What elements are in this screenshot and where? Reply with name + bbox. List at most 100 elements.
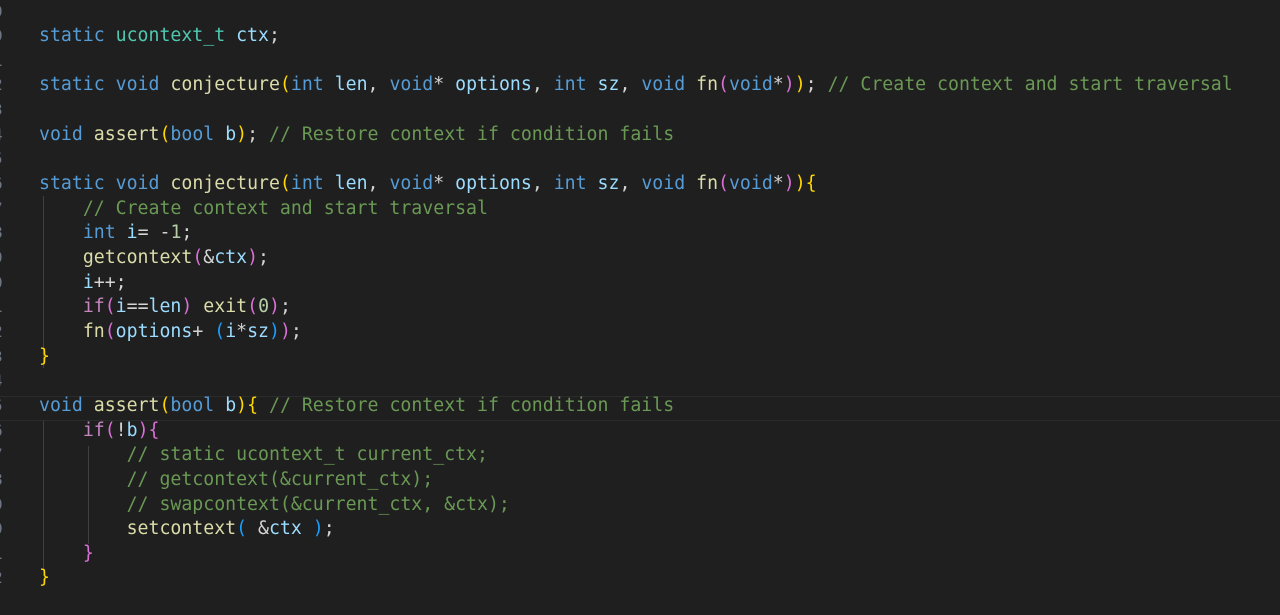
code-token: sz bbox=[597, 74, 620, 96]
code-token: } bbox=[82, 542, 94, 564]
code-token: // Restore context if condition fails bbox=[269, 394, 675, 416]
code-token: ( bbox=[159, 394, 171, 416]
code-line[interactable]: if(!b){ bbox=[39, 419, 160, 444]
code-token: * bbox=[433, 173, 456, 195]
code-token: // swapcontext(&current_ctx, &ctx); bbox=[126, 493, 510, 515]
code-token: + bbox=[192, 320, 215, 342]
line-number: 6 bbox=[0, 172, 13, 197]
code-token: static bbox=[39, 74, 105, 96]
line-number: 8 bbox=[0, 468, 13, 493]
code-token: ucontext_t bbox=[115, 25, 226, 47]
code-token: assert bbox=[93, 394, 160, 416]
code-token: 0 bbox=[258, 296, 270, 318]
code-token: i bbox=[225, 320, 237, 342]
code-line[interactable]: getcontext(&ctx); bbox=[39, 246, 269, 271]
code-token: ) bbox=[137, 419, 149, 441]
code-token: bool bbox=[170, 394, 215, 416]
code-line[interactable]: static void conjecture(int len, void* op… bbox=[39, 73, 1233, 98]
code-token: int bbox=[82, 222, 116, 244]
code-token: ) bbox=[269, 320, 280, 342]
code-token: ; bbox=[279, 296, 291, 318]
code-token: & bbox=[258, 518, 269, 540]
code-line[interactable]: } bbox=[39, 566, 50, 591]
code-token: ) bbox=[279, 320, 291, 342]
code-token: int bbox=[290, 74, 324, 96]
code-token: i bbox=[126, 222, 138, 244]
code-token: ) bbox=[236, 394, 248, 416]
code-token: // getcontext(&current_ctx); bbox=[126, 468, 434, 490]
code-token: ( bbox=[236, 518, 248, 540]
code-token: { bbox=[148, 419, 160, 441]
code-token: b bbox=[126, 419, 138, 441]
code-token: ctx bbox=[236, 25, 269, 47]
code-line[interactable]: } bbox=[39, 345, 50, 370]
code-token: ( bbox=[718, 173, 729, 195]
code-token: void bbox=[641, 173, 686, 195]
code-line[interactable]: int i= -1; bbox=[39, 221, 193, 246]
code-token: , bbox=[619, 74, 642, 96]
code-token: options bbox=[455, 173, 532, 195]
code-token: sz bbox=[247, 320, 269, 342]
code-token: fn bbox=[82, 320, 105, 342]
code-area[interactable]: static ucontext_t ctx; static void conjec… bbox=[39, 0, 1280, 615]
code-line[interactable]: i++; bbox=[39, 271, 127, 296]
line-number: 9 bbox=[0, 493, 13, 518]
code-token: len bbox=[334, 74, 368, 96]
code-token: fn bbox=[696, 173, 719, 195]
line-number: 1 bbox=[0, 542, 13, 567]
code-token: { bbox=[805, 173, 817, 195]
code-editor[interactable]: 901234567890123456789012 static ucontext… bbox=[0, 0, 1280, 615]
code-token: // static ucontext_t current_ctx; bbox=[126, 444, 488, 466]
code-token: int bbox=[553, 173, 587, 195]
line-number: 0 bbox=[0, 517, 13, 542]
code-line[interactable]: void assert(bool b); // Restore context … bbox=[39, 123, 674, 148]
code-line[interactable]: setcontext( &ctx ); bbox=[39, 517, 335, 542]
code-token: & bbox=[203, 247, 215, 268]
code-token: setcontext bbox=[126, 518, 237, 540]
code-token: len bbox=[334, 173, 368, 195]
code-line[interactable]: if(i==len) exit(0); bbox=[39, 295, 291, 320]
code-line[interactable]: void assert(bool b){ // Restore context … bbox=[39, 394, 674, 419]
line-number: 5 bbox=[0, 147, 13, 172]
code-line[interactable]: // getcontext(&current_ctx); bbox=[39, 468, 434, 493]
line-number: 1 bbox=[0, 49, 13, 74]
code-line[interactable]: fn(options+ (i*sz)); bbox=[39, 320, 302, 345]
code-line[interactable]: } bbox=[39, 542, 94, 567]
line-number: 2 bbox=[0, 320, 13, 345]
code-token: // Create context and start traversal bbox=[827, 74, 1233, 96]
code-line[interactable]: // Create context and start traversal bbox=[39, 197, 488, 222]
line-number-gutter: 901234567890123456789012 bbox=[0, 0, 14, 615]
code-token: ) bbox=[783, 173, 795, 195]
code-line[interactable]: // static ucontext_t current_ctx; bbox=[39, 443, 488, 468]
code-token: void bbox=[115, 173, 160, 195]
code-line[interactable]: static void conjecture(int len, void* op… bbox=[39, 172, 817, 197]
code-token: b bbox=[225, 394, 237, 416]
code-token: // Restore context if condition fails bbox=[269, 123, 675, 145]
line-number: 0 bbox=[0, 271, 13, 296]
code-token: = - bbox=[137, 222, 171, 244]
code-token: conjecture bbox=[170, 74, 280, 96]
code-token: sz bbox=[597, 173, 620, 195]
code-line[interactable]: static ucontext_t ctx; bbox=[39, 24, 280, 49]
line-number: 4 bbox=[0, 123, 13, 148]
code-line[interactable]: // swapcontext(&current_ctx, &ctx); bbox=[39, 493, 510, 518]
code-token: } bbox=[39, 567, 50, 589]
code-token: , bbox=[619, 173, 642, 195]
code-token: ) bbox=[794, 173, 806, 195]
code-token: , bbox=[367, 173, 390, 195]
